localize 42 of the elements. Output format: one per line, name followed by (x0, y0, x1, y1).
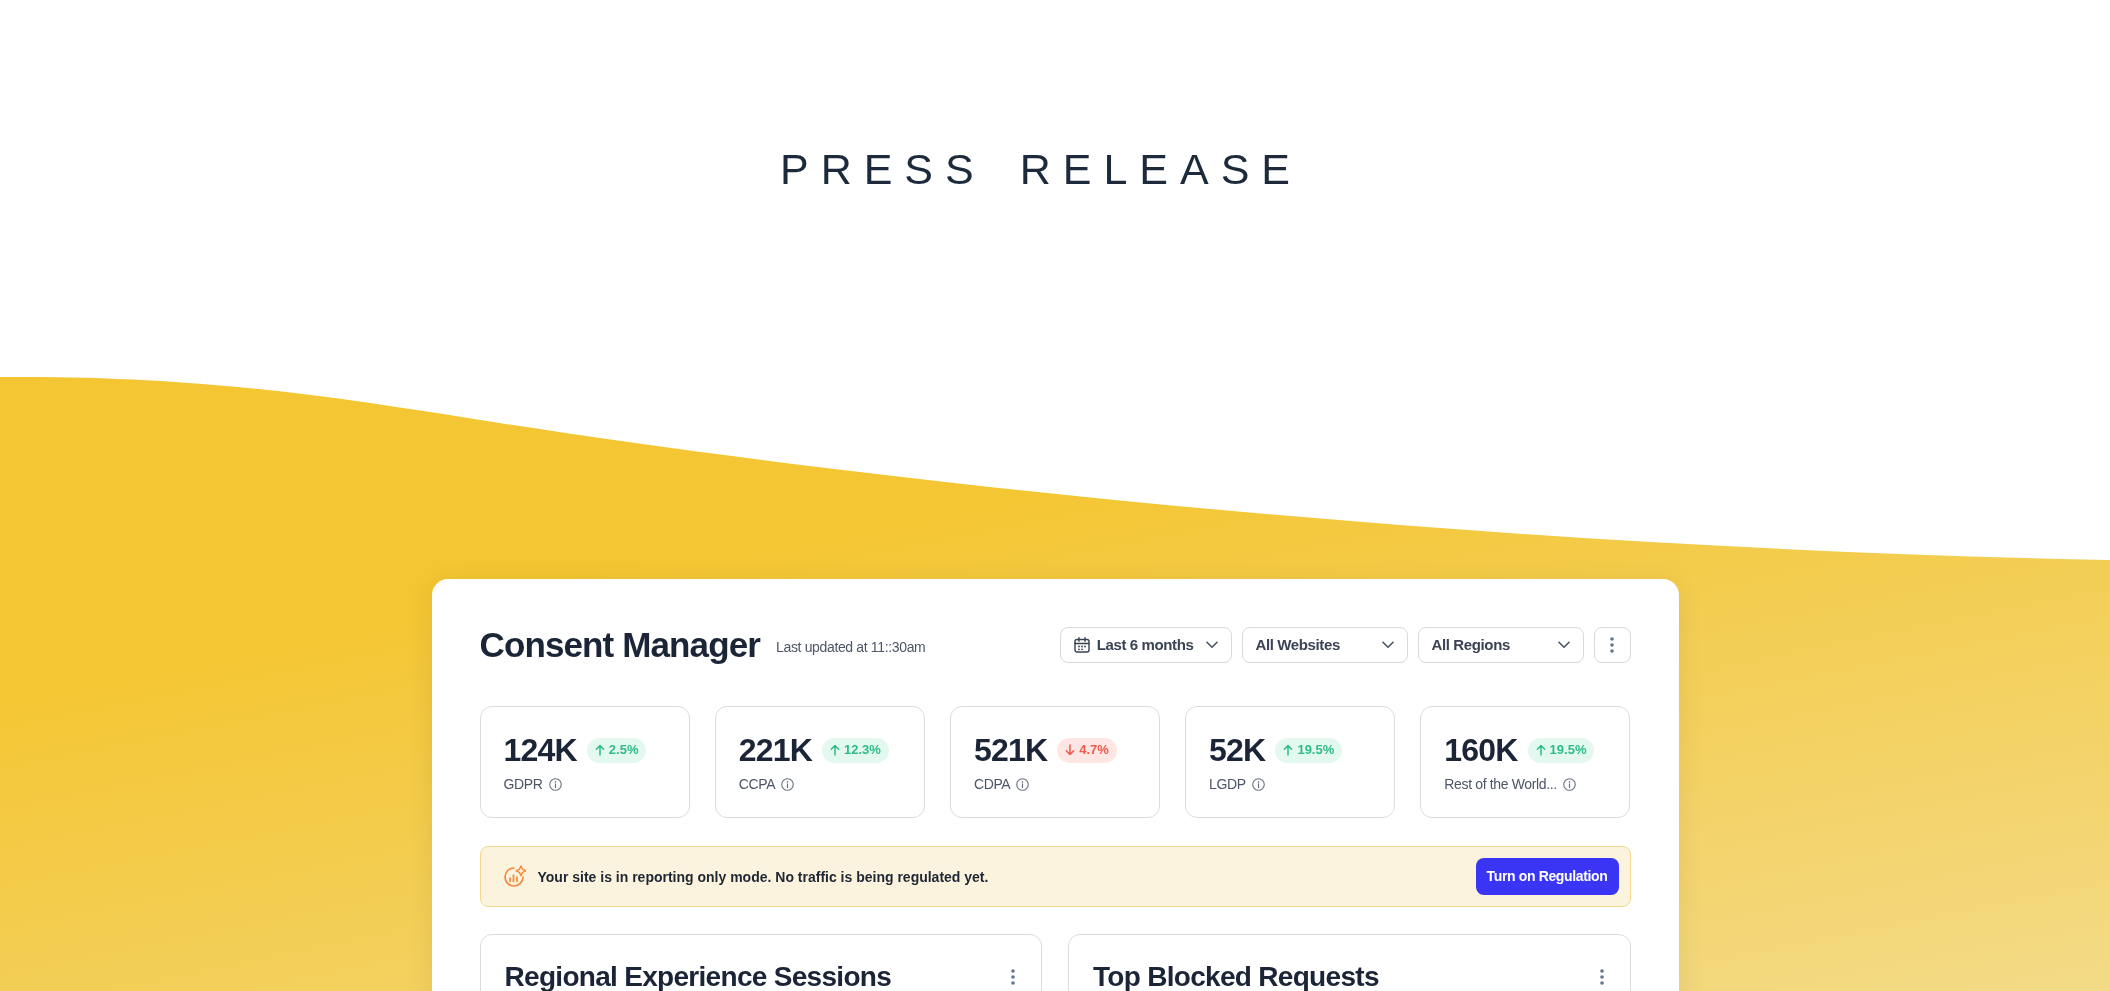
arrow-up-icon (830, 744, 840, 756)
stat-label: CDPA (973, 775, 1011, 794)
notice-text: Your site is in reporting only mode. No traffic is being regulated yet. (537, 867, 989, 887)
arrow-up-icon (594, 744, 605, 756)
stat-label: Rest of the World... (1444, 775, 1557, 794)
change-value: 2.5% (608, 742, 639, 758)
change-value: 4.7% (1079, 742, 1109, 758)
stat-label: LGDP (1209, 775, 1246, 794)
page-title: PRESS RELEASE (779, 147, 1303, 191)
info-icon (1016, 777, 1030, 791)
chart-sparkle-icon (501, 864, 526, 889)
info-icon (1562, 777, 1576, 791)
change-value: 19.5% (1549, 742, 1587, 758)
stat-value: 52K (1209, 731, 1266, 770)
more-icon[interactable] (1011, 969, 1015, 985)
change-value: 19.5% (1297, 742, 1335, 758)
stat-value: 160K (1444, 731, 1518, 770)
stat-label: CCPA (738, 775, 776, 794)
arrow-down-icon (1065, 744, 1076, 756)
chevron-down-icon (1557, 641, 1570, 649)
filter-dropdown[interactable]: All Websites (1241, 627, 1408, 663)
stat-value: 521K (973, 731, 1048, 770)
arrow-up-icon (1283, 744, 1294, 756)
calendar-icon (1073, 637, 1090, 653)
filter-dropdown[interactable]: Last 6 months (1059, 627, 1232, 663)
filter-dropdown[interactable]: All Regions (1417, 627, 1584, 663)
stat-label: GDPR (503, 775, 543, 794)
info-icon (548, 777, 562, 791)
stat-value: 221K (738, 731, 812, 770)
dashboard-title: Consent Manager (479, 627, 761, 663)
info-icon (1251, 777, 1265, 791)
regulation-button[interactable]: Turn on Regulation (1475, 858, 1619, 895)
chevron-down-icon (1205, 641, 1218, 649)
chevron-down-icon (1381, 641, 1394, 649)
panel-title: Top Blocked Requests (1093, 960, 1379, 991)
last-updated-text: Last updated at 11::30am (776, 638, 926, 657)
change-value: 12.3% (844, 742, 881, 758)
kebab-icon (1610, 637, 1614, 653)
info-icon (781, 777, 795, 791)
stat-value: 124K (503, 731, 577, 770)
more-icon[interactable] (1599, 969, 1604, 985)
arrow-up-icon (1535, 744, 1546, 756)
